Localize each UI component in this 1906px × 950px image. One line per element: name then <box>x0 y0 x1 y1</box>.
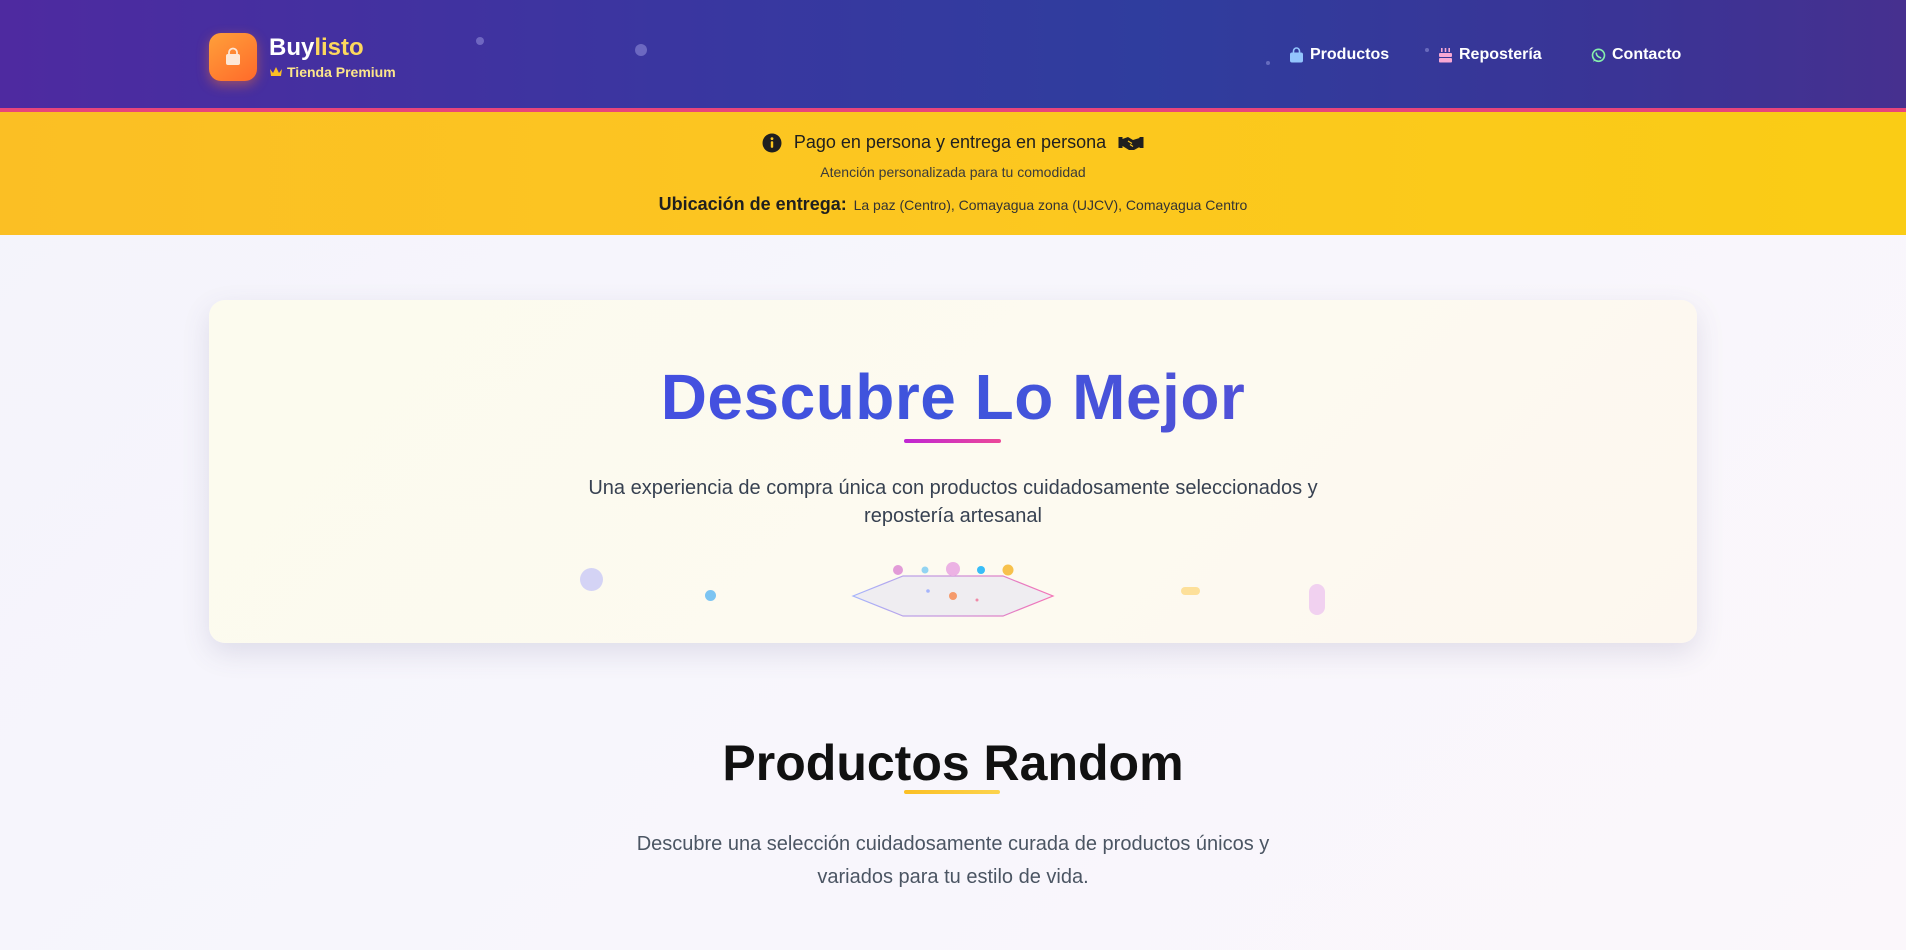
nav-reposteria[interactable]: Repostería <box>1438 46 1542 64</box>
location-label: Ubicación de entrega: <box>658 194 847 214</box>
brand-tagline: Tienda Premium <box>269 64 396 80</box>
section-title: Productos Random <box>722 735 1184 791</box>
shopping-bag-icon <box>209 33 257 81</box>
nav-label: Productos <box>1310 46 1390 63</box>
info-circle-icon <box>762 133 782 152</box>
decorative-dot <box>1266 61 1270 65</box>
brand-name: Buylisto <box>269 34 364 61</box>
decorative-pill <box>1309 584 1325 615</box>
decorative-dot <box>635 44 647 56</box>
nav-label: Repostería <box>1459 46 1542 63</box>
whatsapp-icon <box>1591 48 1606 62</box>
decorative-dot <box>476 37 484 45</box>
brand[interactable]: Buylisto Tienda Premium <box>209 33 396 81</box>
cake-icon <box>1439 48 1452 63</box>
section-underline <box>904 790 1000 794</box>
nav-productos[interactable]: Productos <box>1289 46 1389 64</box>
handshake-icon <box>1118 136 1144 150</box>
decorative-dot <box>1425 48 1429 52</box>
hero-card: Descubre Lo Mejor Una experiencia de com… <box>209 300 1697 643</box>
nav-label: Contacto <box>1612 46 1682 63</box>
decorative-pill <box>1181 587 1200 595</box>
nav-contacto[interactable]: Contacto <box>1591 46 1681 64</box>
decorative-bubble <box>580 568 603 591</box>
hero-title: Descubre Lo Mejor <box>209 360 1697 434</box>
hero-underline <box>904 439 1001 443</box>
decorative-bubble <box>705 590 716 601</box>
notice-title: Pago en persona y entrega en persona <box>0 132 1906 153</box>
bakery-tray-illustration <box>851 562 1055 617</box>
shopping-bag-icon <box>1290 47 1303 63</box>
notice-subtitle: Atención personalizada para tu comodidad <box>820 164 1086 180</box>
delivery-location: Ubicación de entrega: La paz (Centro), C… <box>0 194 1906 215</box>
site-header: Buylisto Tienda Premium Productos Repost… <box>0 0 1906 112</box>
hero-description: Una experiencia de compra única con prod… <box>588 477 1318 527</box>
location-value: La paz (Centro), Comayagua zona (UJCV), … <box>853 197 1248 213</box>
crown-icon <box>270 67 282 76</box>
section-description: Descubre una selección cuidadosamente cu… <box>636 833 1270 888</box>
delivery-notice: Pago en persona y entrega en persona Ate… <box>0 112 1906 235</box>
